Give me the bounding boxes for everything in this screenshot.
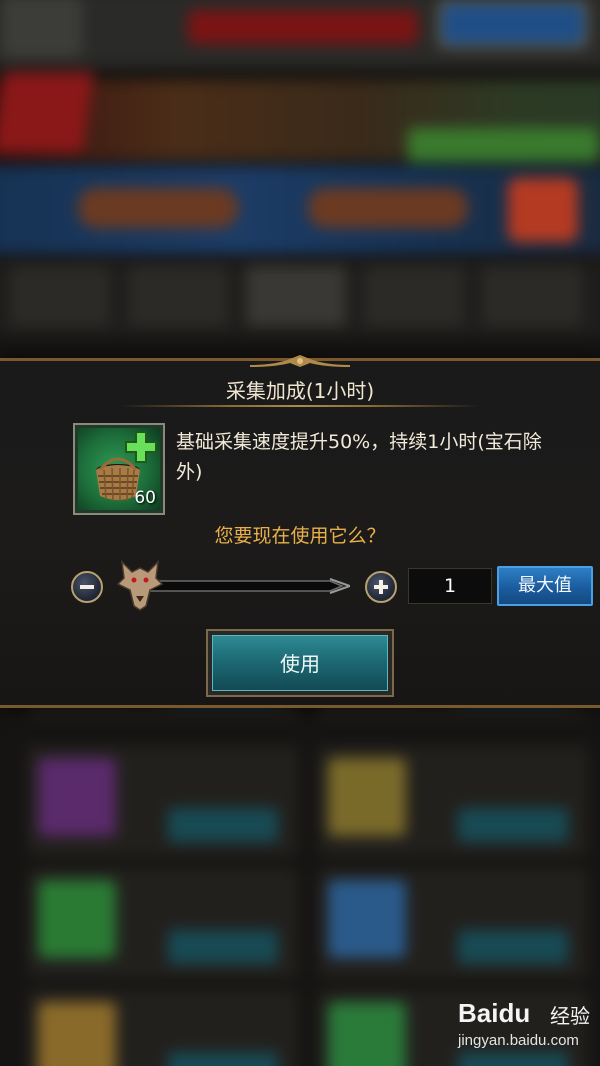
plus-bonus-icon <box>125 431 157 463</box>
bg-top-left-icon <box>2 0 82 58</box>
item-icon-frame: 60 <box>73 423 165 515</box>
bg-tab <box>482 266 582 326</box>
ornament-icon <box>250 355 350 367</box>
bg-tab <box>128 266 228 326</box>
bg-item-card <box>28 990 298 1066</box>
bg-item-card <box>318 746 588 856</box>
quantity-slider-track[interactable] <box>140 577 350 595</box>
bg-blue-button <box>438 0 588 48</box>
bg-banner-ribbon <box>0 72 94 152</box>
decrease-button[interactable] <box>71 571 103 603</box>
plus-icon-vertical <box>379 580 383 594</box>
bg-gift-icon <box>508 178 578 242</box>
baidu-logo-text: Baidu <box>458 998 531 1028</box>
minus-icon <box>80 585 94 589</box>
title-divider <box>120 405 480 407</box>
item-description: 基础采集速度提升50%，持续1小时(宝石除外) <box>176 431 542 483</box>
bg-tab <box>364 266 464 326</box>
bg-red-label <box>188 10 418 44</box>
watermark-url: jingyan.baidu.com <box>458 1032 579 1049</box>
dialog-title: 采集加成(1小时) <box>225 379 375 403</box>
bg-pill-button <box>78 188 238 228</box>
bg-item-card <box>28 746 298 856</box>
increase-button[interactable] <box>365 571 397 603</box>
baidu-watermark: Baidu 经验 jingyan.baidu.com <box>458 998 598 1058</box>
slider-knob-wolf-icon[interactable] <box>116 556 164 612</box>
bg-banner-green-bar <box>408 128 598 162</box>
max-button[interactable]: 最大值 <box>497 566 593 606</box>
bg-tab <box>10 266 110 326</box>
bg-item-card <box>28 868 298 978</box>
bg-item-card <box>318 868 588 978</box>
watermark-chinese: 经验 <box>550 1004 590 1028</box>
baidu-logo: Baidu <box>458 998 530 1029</box>
confirm-question: 您要现在使用它么？ <box>214 525 386 547</box>
bg-tab <box>246 266 346 326</box>
use-item-dialog: 采集加成(1小时) 60 基础采集速度提升50%，持续1小时(宝石除外) 您要现… <box>0 355 600 708</box>
bg-pill-button <box>308 188 468 228</box>
item-count: 60 <box>134 488 156 508</box>
use-button[interactable]: 使用 <box>206 629 394 697</box>
quantity-field[interactable]: 1 <box>408 568 492 604</box>
use-button-label: 使用 <box>212 635 388 691</box>
